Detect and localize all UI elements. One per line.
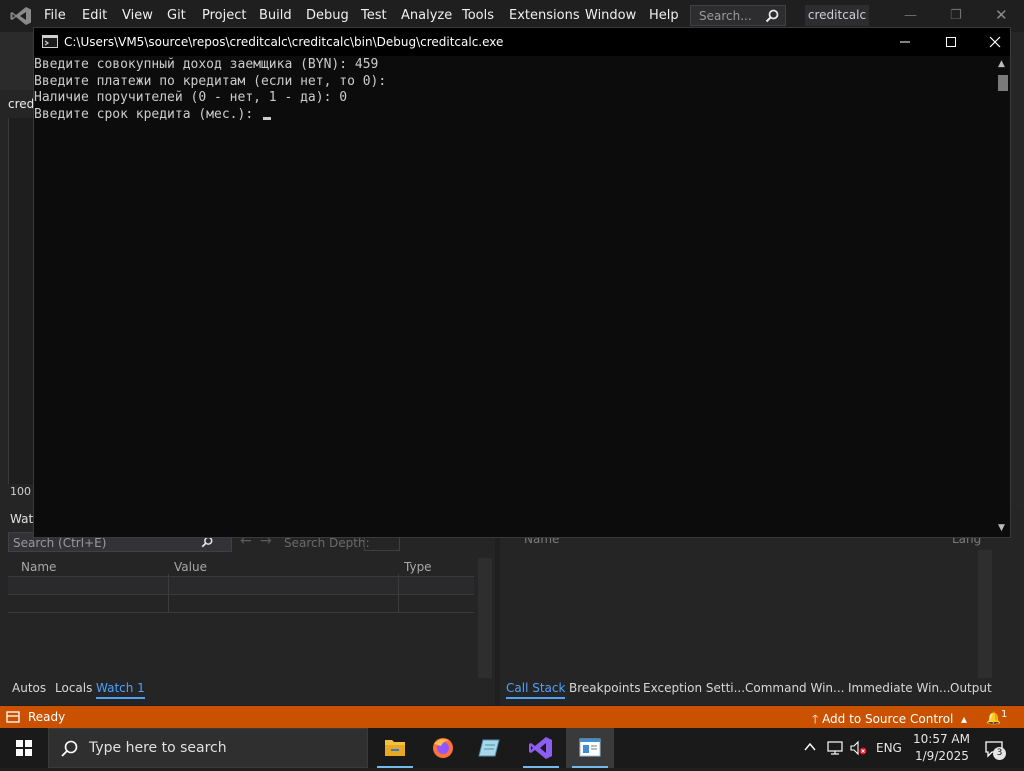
call-stack-scrollbar[interactable] — [978, 550, 992, 678]
watch-row[interactable] — [8, 576, 474, 594]
text-cursor — [262, 116, 271, 120]
menu-extensions[interactable]: Extensions — [509, 8, 580, 23]
taskbar-visual-studio[interactable] — [517, 728, 565, 768]
search-icon — [61, 740, 78, 757]
console-app-icon — [42, 35, 58, 48]
tab-immediate-window[interactable]: Immediate Win... — [848, 681, 951, 695]
console-line: Наличие поручителей (0 - нет, 1 - да): 0 — [34, 90, 348, 105]
call-stack-panel: Name Lang Call Stack Breakpoints Excepti… — [500, 510, 1024, 705]
menu-window[interactable]: Window — [585, 8, 636, 23]
console-prompt-line: Введите срок кредита (мес.): — [34, 107, 271, 124]
menu-debug[interactable]: Debug — [306, 8, 349, 23]
vs-minimize-icon[interactable]: — — [904, 8, 917, 23]
tab-watch-1[interactable]: Watch 1 — [96, 681, 145, 699]
menu-edit[interactable]: Edit — [82, 8, 107, 23]
vs-project-title: creditcalc — [805, 5, 869, 26]
console-scrollbar[interactable]: ▲ ▼ — [996, 57, 1010, 537]
chevron-up-icon[interactable] — [803, 740, 817, 754]
vs-close-icon[interactable]: ✕ — [995, 6, 1008, 24]
watch-panel: Watch Search (Ctrl+E) ← → Search Depth: … — [0, 510, 495, 705]
visual-studio-logo-icon[interactable] — [10, 6, 32, 26]
search-icon — [765, 9, 779, 23]
tab-call-stack[interactable]: Call Stack — [506, 681, 566, 699]
menu-build[interactable]: Build — [259, 8, 292, 23]
window-app-icon — [579, 738, 601, 757]
scroll-up-arrow-icon[interactable]: ▲ — [998, 59, 1005, 69]
output-icon — [6, 711, 20, 723]
firefox-icon — [433, 738, 453, 758]
vs-search-placeholder: Search... — [699, 9, 752, 23]
tab-autos[interactable]: Autos — [12, 681, 46, 695]
windows-start-icon[interactable] — [0, 728, 48, 768]
console-line: Введите совокупный доход заемщика (BYN):… — [34, 57, 379, 72]
column-header-type[interactable]: Type — [404, 560, 432, 574]
menu-file[interactable]: File — [44, 8, 66, 23]
notification-count-badge: 3 — [993, 747, 1006, 760]
menu-project[interactable]: Project — [202, 8, 246, 23]
minimize-icon[interactable] — [890, 30, 920, 54]
menu-tools[interactable]: Tools — [462, 8, 494, 23]
scroll-down-arrow-icon[interactable]: ▼ — [998, 523, 1005, 533]
taskbar-notepad[interactable] — [467, 728, 515, 768]
scrollbar-thumb[interactable] — [998, 75, 1008, 91]
console-prompt: Введите срок кредита (мес.): — [34, 106, 254, 122]
action-center-icon[interactable]: 3 — [983, 738, 1006, 760]
watch-grid: Name Value Type — [8, 556, 474, 618]
vs-search-box[interactable]: Search... — [690, 5, 786, 26]
console-title: C:\Users\VM5\source\repos\creditcalc\cre… — [64, 35, 504, 49]
taskbar-search-box[interactable]: Type here to search — [48, 728, 368, 768]
source-control-label: Add to Source Control — [822, 712, 954, 726]
column-header-value[interactable]: Value — [174, 560, 207, 574]
arrow-up-icon: 🡑 — [812, 712, 823, 726]
taskbar-firefox[interactable] — [419, 728, 467, 768]
notification-count: 1 — [1000, 709, 1008, 720]
vs-restore-icon[interactable]: ❐ — [950, 8, 962, 23]
menu-git[interactable]: Git — [167, 8, 186, 23]
tab-command-window[interactable]: Command Win... — [745, 681, 844, 695]
menu-test[interactable]: Test — [361, 8, 387, 23]
search-depth-label: Search Depth: — [284, 536, 370, 550]
console-title-bar[interactable]: C:\Users\VM5\source\repos\creditcalc\cre… — [34, 28, 1010, 56]
menu-help[interactable]: Help — [649, 8, 679, 23]
volume-muted-icon[interactable] — [849, 740, 867, 756]
folder-icon — [385, 740, 405, 756]
console-window[interactable]: C:\Users\VM5\source\repos\creditcalc\cre… — [33, 27, 1011, 538]
vs-toolbar — [0, 32, 34, 90]
network-icon[interactable] — [826, 740, 844, 756]
taskbar: Type here to search ENG 10:57 AM 1/9/202… — [0, 728, 1024, 768]
vs-document-tab[interactable]: cred — [8, 97, 34, 111]
vs-right-panel — [1010, 32, 1024, 512]
notification-bell-icon[interactable]: 🔔1 — [986, 709, 1007, 725]
input-language-indicator[interactable]: ENG — [876, 741, 902, 755]
column-header-name[interactable]: Name — [21, 560, 56, 574]
taskbar-file-explorer[interactable] — [371, 728, 419, 768]
notepad-icon — [478, 739, 500, 757]
console-output[interactable]: Введите совокупный доход заемщика (BYN):… — [34, 57, 996, 537]
clock-time[interactable]: 10:57 AM — [913, 732, 970, 746]
watch-scrollbar[interactable] — [478, 558, 492, 678]
console-line: Введите платежи по кредитам (если нет, т… — [34, 73, 387, 89]
column-divider — [398, 574, 399, 612]
tab-breakpoints[interactable]: Breakpoints — [569, 681, 640, 695]
status-text: Ready — [28, 710, 66, 724]
column-divider — [168, 574, 169, 612]
tab-exception-settings[interactable]: Exception Setti... — [643, 681, 745, 695]
close-icon[interactable] — [980, 30, 1010, 54]
maximize-icon[interactable] — [936, 30, 966, 54]
watch-row[interactable] — [8, 594, 474, 613]
clock-date[interactable]: 1/9/2025 — [915, 749, 969, 763]
tab-output[interactable]: Output — [950, 681, 992, 695]
vs-editor-area — [8, 118, 35, 484]
taskbar-search-placeholder: Type here to search — [89, 740, 227, 756]
status-bar: Ready 🡑 Add to Source Control ▴ 🔔1 — [0, 706, 1024, 728]
caret-up-icon: ▴ — [957, 712, 968, 726]
tab-locals[interactable]: Locals — [55, 681, 92, 695]
visual-studio-icon — [529, 737, 552, 759]
taskbar-active-window[interactable] — [566, 728, 614, 768]
menu-view[interactable]: View — [122, 8, 153, 23]
menu-analyze[interactable]: Analyze — [401, 8, 452, 23]
watch-search-placeholder: Search (Ctrl+E) — [13, 536, 107, 550]
